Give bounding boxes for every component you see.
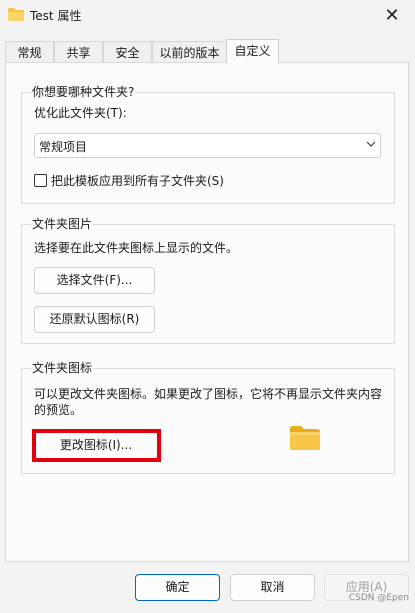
- group-title: 你想要哪种文件夹?: [31, 85, 136, 99]
- folder-icon-description-line1: 可以更改文件夹图标。如果更改了图标，它将不再显示文件夹内容: [34, 387, 383, 401]
- tab-customize[interactable]: 自定义: [226, 39, 279, 63]
- folder-picture-description: 选择要在此文件夹图标上显示的文件。: [34, 241, 239, 255]
- tab-security[interactable]: 安全: [103, 41, 152, 62]
- close-button[interactable]: ✕: [369, 0, 415, 30]
- title-bar: Test 属性 ✕: [0, 0, 415, 32]
- close-icon: ✕: [384, 4, 400, 26]
- cancel-button[interactable]: 取消: [230, 574, 315, 601]
- apply-subfolders-label[interactable]: 把此模板应用到所有子文件夹(S): [51, 173, 224, 189]
- watermark: CSDN @Epen: [348, 593, 409, 603]
- annotation-highlight-box: [32, 429, 161, 462]
- tab-previous-versions[interactable]: 以前的版本: [152, 41, 227, 62]
- ok-button[interactable]: 确定: [135, 574, 220, 601]
- group-title: 文件夹图片: [31, 217, 94, 231]
- combo-value: 常规项目: [39, 140, 88, 154]
- apply-subfolders-checkbox[interactable]: [34, 174, 47, 187]
- folder-type-combo[interactable]: 常规项目: [34, 133, 381, 158]
- folder-icon: [8, 8, 24, 21]
- restore-default-button[interactable]: 还原默认图标(R): [34, 306, 155, 333]
- group-title: 文件夹图标: [31, 361, 94, 375]
- window-title: Test 属性: [30, 9, 82, 23]
- choose-file-button[interactable]: 选择文件(F)...: [34, 267, 155, 294]
- chevron-down-icon: [366, 141, 376, 147]
- tab-sharing[interactable]: 共享: [54, 41, 103, 62]
- optimize-label: 优化此文件夹(T):: [34, 106, 127, 120]
- folder-preview-icon: [290, 426, 320, 450]
- tab-general[interactable]: 常规: [5, 41, 54, 62]
- folder-icon-description-line2: 的预览。: [34, 403, 83, 417]
